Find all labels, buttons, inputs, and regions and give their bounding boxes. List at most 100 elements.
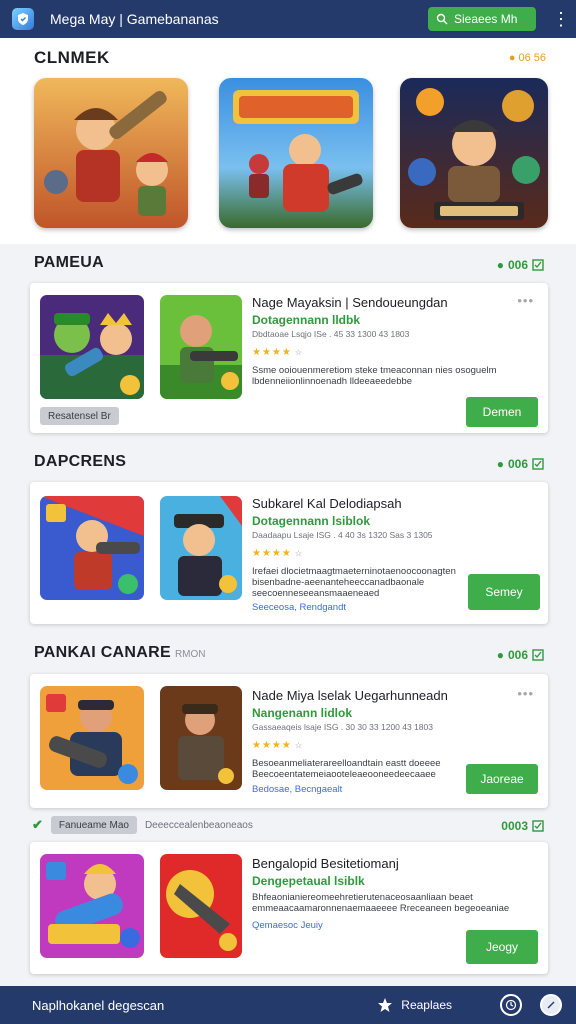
play-button-2[interactable]: Semey [468, 574, 540, 610]
section-title-1: PAMEUA [34, 254, 104, 272]
check-box-icon [532, 458, 544, 470]
section-badge-4[interactable]: 0003 [501, 819, 544, 833]
bottom-bar-label[interactable]: Naplhokanel degescan [32, 998, 377, 1013]
clock-icon[interactable] [500, 994, 522, 1016]
game-card-3[interactable]: Nade Miya lselak Uegarhunneadn ••• Nange… [30, 674, 548, 808]
section-badge-4-value: 0003 [501, 819, 528, 833]
section-title-1-text: PAMEUA [34, 254, 104, 271]
featured-section: CLNMEK ● 06 56 [0, 38, 576, 244]
game-thumbnail-2b[interactable] [160, 496, 242, 600]
kebab-icon[interactable]: ⋮ [552, 10, 570, 28]
game-subtitle-4: Dengepetaual lsiblk [252, 874, 365, 888]
filter-row: ✔ Fanueame Mao Deeeccealenbeaoneaos [32, 816, 253, 834]
section-badge-2-value: 006 [507, 457, 528, 471]
tag-pill-1[interactable]: Resatensel Br [40, 407, 119, 425]
section-title-3: PANKAI CANARE RMON [34, 644, 206, 662]
bottom-bar: Naplhokanel degescan Reaplaes [0, 986, 576, 1024]
search-icon [436, 13, 448, 25]
thumbnail-artwork-2a [40, 496, 144, 600]
star-rating-2: ★★★★ ☆ [252, 548, 303, 559]
thumbnail-artwork-2b [160, 496, 242, 600]
game-thumbnail-1a[interactable] [40, 295, 144, 399]
game-meta-1: Dbdtaoae Lsqjo ISe . 45 33 1300 43 1803 [252, 329, 410, 339]
featured-title: CLNMEK [34, 48, 110, 67]
game-subtitle-2: Dotagennann lsiblok [252, 514, 371, 528]
coin-icon: ● [508, 52, 516, 64]
game-meta-3: Gassaeaqeis lsaje ISG . 30 30 33 1200 43… [252, 722, 433, 732]
play-button-3[interactable]: Jaoreae [466, 764, 538, 794]
favorites-button[interactable]: Reaplaes [377, 997, 452, 1013]
game-thumbnail-3b[interactable] [160, 686, 242, 790]
star-badge-icon [378, 998, 393, 1012]
star-rating-2-count: ☆ [294, 549, 304, 558]
game-thumbnail-3a[interactable] [40, 686, 144, 790]
star-rating-1-stars: ★★★★ [252, 347, 292, 358]
star-rating-3: ★★★★ ☆ [252, 740, 303, 751]
game-card-1[interactable]: Nage Mayaksin | Sendoueungdan ••• Dotage… [30, 283, 548, 433]
leaf-icon: ● [496, 457, 504, 471]
thumbnail-artwork-3b [160, 686, 242, 790]
game-description-3: Besoeanmeliaterareelloandtain eastt doee… [252, 758, 441, 780]
check-box-icon [532, 259, 544, 271]
app-logo[interactable] [12, 8, 34, 30]
check-icon: ✔ [32, 817, 43, 832]
thumbnail-artwork-1b [160, 295, 242, 399]
play-button-1[interactable]: Demen [466, 397, 538, 427]
thumbnail-artwork-1a [40, 295, 144, 399]
game-subtitle-3: Nangenann lidlok [252, 706, 353, 720]
game-meta-2: Daadaapu Lsaje ISG . 4 40 3s 1320 Sas 3 … [252, 530, 433, 540]
featured-game-image-2[interactable] [219, 78, 373, 228]
star-rating-3-count: ☆ [294, 741, 304, 750]
play-button-4[interactable]: Jeogy [466, 930, 538, 964]
top-bar: Mega May | Gamebananas Sieaees Mh ⋮ [0, 0, 576, 38]
game-thumbnail-1b[interactable] [160, 295, 242, 399]
game-thumbnail-4b[interactable] [160, 854, 242, 958]
shield-icon [18, 13, 28, 25]
filter-pill[interactable]: Fanueame Mao [50, 816, 137, 834]
section-subtitle-3: RMON [174, 649, 206, 660]
clock-glyph [505, 999, 517, 1011]
game-title-1[interactable]: Nage Mayaksin | Sendoueungdan [252, 295, 448, 310]
more-icon[interactable]: ••• [517, 293, 534, 308]
thumbnail-artwork-4b [160, 854, 242, 958]
section-title-2: DAPCRENS [34, 453, 126, 471]
section-badge-1-value: 006 [507, 258, 528, 272]
featured-artwork-2 [219, 78, 373, 228]
section-badge-3[interactable]: ● 006 [497, 648, 544, 662]
check-box-icon [532, 649, 544, 661]
section-badge-2[interactable]: ● 006 [497, 457, 544, 471]
game-link-2[interactable]: Seeceosa, Rendgandt [252, 602, 482, 613]
thumbnail-artwork-3a [40, 686, 144, 790]
game-subtitle-1: Dotagennann lldbk [252, 313, 360, 327]
featured-game-image-3[interactable] [400, 78, 548, 228]
game-description-4: Bhfeaonianiereomeehretierutenaceosaanlia… [252, 892, 510, 914]
more-icon[interactable]: ••• [517, 686, 534, 701]
featured-artwork-1 [34, 78, 188, 228]
leaf-icon: ● [496, 258, 504, 272]
section-title-2-text: DAPCRENS [34, 453, 127, 470]
featured-game-image-1[interactable] [34, 78, 188, 228]
game-title-4[interactable]: Bengalopid Besitetiomanj [252, 856, 399, 871]
game-link-4[interactable]: Qemaesoc Jeuiy [252, 920, 472, 931]
star-rating-3-stars: ★★★★ [252, 740, 292, 751]
top-action-label: Sieaees Mh [454, 12, 518, 26]
game-link-3[interactable]: Bedosae, Becngaealt [252, 784, 472, 795]
game-thumbnail-4a[interactable] [40, 854, 144, 958]
profile-icon[interactable] [540, 994, 562, 1016]
game-description-1: Ssme ooiouenmeretiom steke tmeaconnan ni… [252, 365, 497, 387]
game-title-2[interactable]: Subkarel Kal Delodiapsah [252, 496, 402, 511]
featured-count: ● 06 56 [509, 52, 546, 64]
filter-text: Deeeccealenbeaoneaos [144, 819, 253, 831]
game-card-4[interactable]: Bengalopid Besitetiomanj Dengepetaual ls… [30, 842, 548, 974]
game-card-2[interactable]: Subkarel Kal Delodiapsah Dotagennann lsi… [30, 482, 548, 624]
favorites-label: Reaplaes [401, 998, 452, 1012]
profile-glyph [547, 1001, 555, 1009]
section-badge-1[interactable]: ● 006 [497, 258, 544, 272]
star-rating-1-count: ☆ [294, 348, 304, 357]
section-badge-3-value: 006 [507, 648, 528, 662]
star-rating-2-stars: ★★★★ [252, 548, 292, 559]
game-description-2: Irefaei dlocietmaagtmaeterninotaenoocoon… [252, 566, 456, 599]
top-action-button[interactable]: Sieaees Mh [428, 7, 536, 31]
game-thumbnail-2a[interactable] [40, 496, 144, 600]
game-title-3[interactable]: Nade Miya lselak Uegarhunneadn [252, 688, 448, 703]
